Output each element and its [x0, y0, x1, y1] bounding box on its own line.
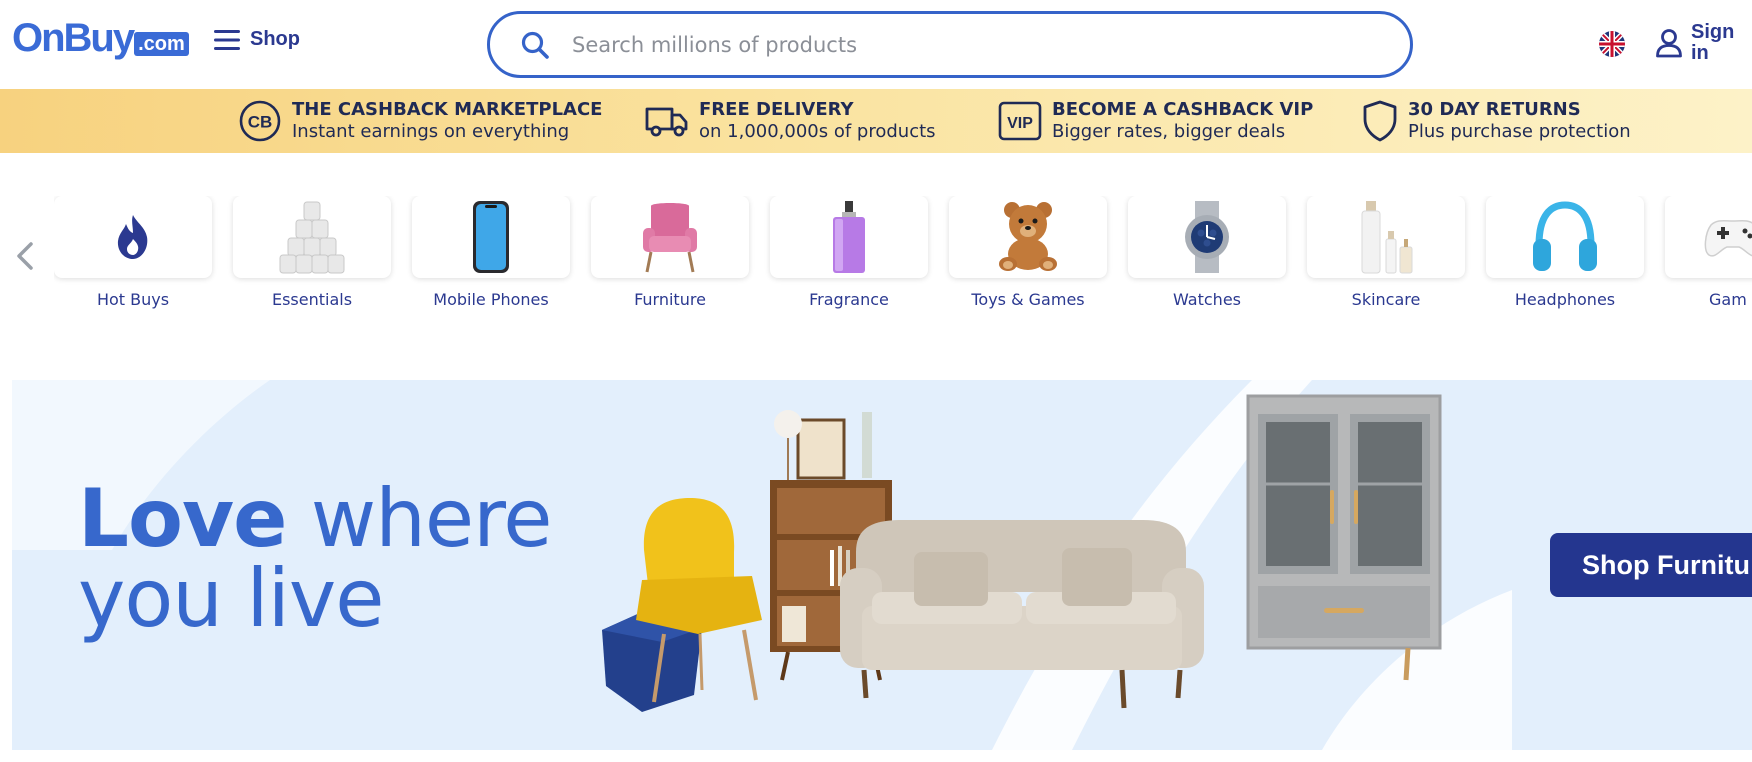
armchair-icon [643, 203, 697, 273]
category-label: Skincare [1351, 290, 1421, 309]
cashback-icon: CB [238, 99, 282, 143]
category-card [233, 196, 391, 278]
shop-furniture-button[interactable]: Shop Furnitu [1550, 533, 1752, 597]
search-icon[interactable] [520, 30, 550, 60]
category-headphones[interactable]: Headphones [1486, 196, 1644, 309]
category-card [1665, 196, 1752, 278]
category-furniture[interactable]: Furniture [591, 196, 749, 309]
category-label: Furniture [634, 290, 706, 309]
vip-icon-text: VIP [1007, 115, 1033, 132]
category-carousel: Hot Buys Essentials Mobile Phones Furnit… [54, 196, 1752, 320]
category-card [1128, 196, 1286, 278]
category-gaming[interactable]: Gam [1665, 196, 1752, 309]
toilet-roll-icon [279, 201, 345, 274]
promo-bar: CB THE CASHBACK MARKETPLACE Instant earn… [0, 89, 1752, 153]
chevron-left-icon[interactable] [12, 240, 38, 272]
category-fragrance[interactable]: Fragrance [770, 196, 928, 309]
phone-icon [473, 201, 509, 273]
category-label: Toys & Games [971, 290, 1085, 309]
promo-subtitle: Instant earnings on everything [292, 121, 570, 142]
search-input[interactable] [572, 32, 1372, 57]
category-label: Mobile Phones [433, 290, 549, 309]
uk-flag-icon[interactable] [1599, 31, 1625, 57]
category-skincare[interactable]: Skincare [1307, 196, 1465, 309]
shop-menu-button[interactable]: Shop [214, 28, 300, 51]
category-card [949, 196, 1107, 278]
hero-banner[interactable]: Love where you live Shop Furnitu [12, 380, 1752, 750]
category-card [770, 196, 928, 278]
category-essentials[interactable]: Essentials [233, 196, 391, 309]
promo-cashback[interactable]: CB THE CASHBACK MARKETPLACE Instant earn… [238, 99, 602, 143]
skincare-bottles-icon [1361, 201, 1413, 274]
shield-icon [1362, 99, 1398, 143]
gamepad-icon [1704, 219, 1752, 257]
sign-in-button[interactable]: Sign in [1655, 22, 1739, 64]
promo-title: THE CASHBACK MARKETPLACE [292, 99, 603, 120]
category-label: Gam [1709, 290, 1747, 309]
teddy-bear-icon [999, 202, 1057, 271]
category-card [1486, 196, 1644, 278]
category-card [54, 196, 212, 278]
category-label: Fragrance [809, 290, 889, 309]
promo-title: 30 DAY RETURNS [1408, 99, 1581, 120]
promo-subtitle: Plus purchase protection [1408, 121, 1631, 142]
promo-free-delivery[interactable]: FREE DELIVERY on 1,000,000s of products [645, 99, 936, 143]
promo-subtitle: on 1,000,000s of products [699, 121, 936, 142]
category-card [1307, 196, 1465, 278]
hamburger-menu-icon [214, 29, 240, 50]
site-header: OnBuy .com Shop Search millions of produ… [0, 0, 1752, 89]
onbuy-logo[interactable]: OnBuy .com [12, 18, 189, 58]
search-bar[interactable] [487, 11, 1413, 78]
shop-label: Shop [250, 28, 300, 50]
svg-text:CB: CB [248, 113, 273, 132]
headphones-icon [1533, 201, 1597, 271]
category-watches[interactable]: Watches [1128, 196, 1286, 309]
category-label: Hot Buys [96, 290, 170, 309]
category-hot-buys[interactable]: Hot Buys [54, 196, 212, 309]
hero-headline-line2: you live [78, 552, 384, 645]
promo-subtitle: Bigger rates, bigger deals [1052, 121, 1286, 142]
truck-icon [645, 99, 689, 143]
promo-title: BECOME A CASHBACK VIP [1052, 99, 1314, 120]
flame-icon [117, 215, 148, 259]
category-label: Headphones [1514, 290, 1616, 309]
perfume-icon [833, 201, 865, 273]
category-mobile-phones[interactable]: Mobile Phones [412, 196, 570, 309]
category-card [412, 196, 570, 278]
furniture-illustration [602, 394, 1442, 712]
promo-vip[interactable]: VIP BECOME A CASHBACK VIP Bigger rates, … [998, 99, 1313, 143]
promo-returns[interactable]: 30 DAY RETURNS Plus purchase protection [1362, 99, 1631, 143]
hero-headline: Love where [78, 475, 552, 563]
sign-in-label: Sign in [1691, 21, 1735, 64]
user-icon [1656, 29, 1682, 58]
logo-suffix: .com [134, 32, 189, 56]
category-toys-games[interactable]: Toys & Games [949, 196, 1107, 309]
category-label: Watches [1173, 290, 1241, 309]
category-label: Essentials [271, 290, 353, 309]
category-card [591, 196, 749, 278]
promo-title: FREE DELIVERY [699, 99, 854, 120]
vip-icon: VIP [998, 99, 1042, 143]
logo-wordmark: OnBuy [12, 16, 135, 60]
watch-icon [1185, 201, 1229, 273]
